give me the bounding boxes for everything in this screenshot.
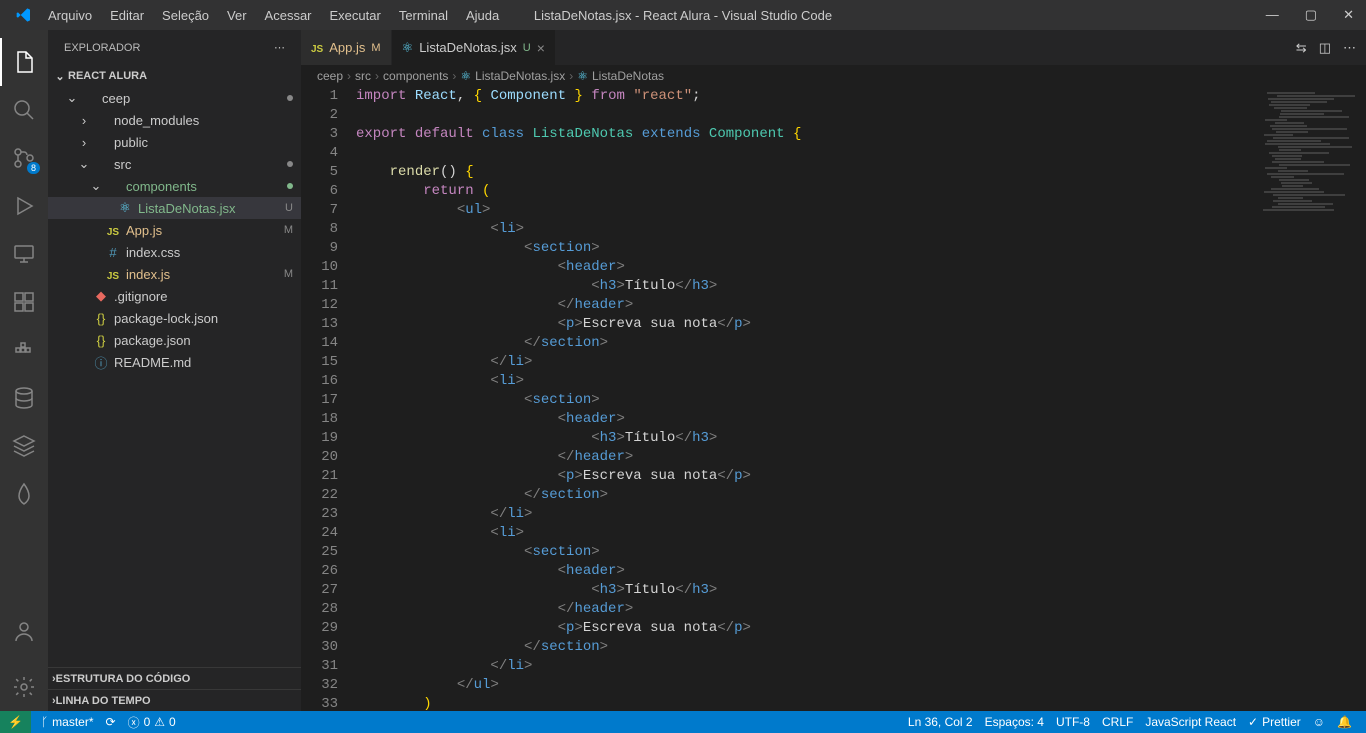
docker-icon[interactable] <box>0 326 48 374</box>
tab[interactable]: ⚛ListaDeNotas.jsxU× <box>392 30 556 65</box>
scm-badge: 8 <box>27 162 40 174</box>
editor-area: JSApp.jsM⚛ListaDeNotas.jsxU× ⇆ ◫ ⋯ ceep›… <box>301 30 1366 711</box>
tree-item[interactable]: ⌄components <box>48 175 301 197</box>
prettier[interactable]: ✓ Prettier <box>1242 715 1307 729</box>
tree-item[interactable]: JSApp.jsM <box>48 219 301 241</box>
more-icon[interactable]: ⋯ <box>1343 40 1356 56</box>
menu-terminal[interactable]: Terminal <box>391 4 456 27</box>
indentation[interactable]: Espaços: 4 <box>979 715 1050 729</box>
titlebar: ArquivoEditarSeleçãoVerAcessarExecutarTe… <box>0 0 1366 30</box>
breadcrumb-item[interactable]: components <box>383 69 448 83</box>
tab[interactable]: JSApp.jsM <box>301 30 392 65</box>
settings-gear-icon[interactable] <box>0 663 48 711</box>
eol[interactable]: CRLF <box>1096 715 1139 729</box>
window-title: ListaDeNotas.jsx - React Alura - Visual … <box>534 8 832 23</box>
encoding[interactable]: UTF-8 <box>1050 715 1096 729</box>
sidebar: Explorador ⋯ ⌄ REACT ALURA ⌄ceep›node_mo… <box>48 30 301 711</box>
menu-bar: ArquivoEditarSeleçãoVerAcessarExecutarTe… <box>40 4 507 27</box>
tree-item[interactable]: ›public <box>48 131 301 153</box>
mongodb-icon[interactable] <box>0 470 48 518</box>
minimize-button[interactable]: — <box>1262 7 1283 23</box>
menu-editar[interactable]: Editar <box>102 4 152 27</box>
compare-icon[interactable]: ⇆ <box>1296 40 1307 56</box>
tree-item[interactable]: ⓘREADME.md <box>48 351 301 373</box>
breadcrumbs[interactable]: ceep›src›components›⚛ListaDeNotas.jsx›⚛L… <box>301 65 1366 87</box>
layers-icon[interactable] <box>0 422 48 470</box>
menu-ajuda[interactable]: Ajuda <box>458 4 507 27</box>
tree-item[interactable]: #index.css <box>48 241 301 263</box>
project-name: REACT ALURA <box>68 70 147 82</box>
tab-actions: ⇆ ◫ ⋯ <box>1286 30 1366 65</box>
run-debug-icon[interactable] <box>0 182 48 230</box>
breadcrumb-item[interactable]: ListaDeNotas <box>592 69 664 83</box>
database-icon[interactable] <box>0 374 48 422</box>
problems[interactable]: ⓧ 0 ⚠ 0 <box>122 714 182 731</box>
cursor-position[interactable]: Ln 36, Col 2 <box>902 715 979 729</box>
minimap[interactable] <box>1262 91 1362 241</box>
breadcrumb-item[interactable]: ListaDeNotas.jsx <box>475 69 565 83</box>
menu-seleção[interactable]: Seleção <box>154 4 217 27</box>
breadcrumb-item[interactable]: ceep <box>317 69 343 83</box>
tree-item[interactable]: {}package-lock.json <box>48 307 301 329</box>
outline-header[interactable]: › Estrutura do Código <box>48 667 301 689</box>
tree-item[interactable]: JSindex.jsM <box>48 263 301 285</box>
timeline-header[interactable]: › Linha do Tempo <box>48 689 301 711</box>
git-branch[interactable]: ᚴ master* <box>35 715 100 729</box>
project-header[interactable]: ⌄ REACT ALURA <box>48 65 301 87</box>
tree-item[interactable]: ›node_modules <box>48 109 301 131</box>
explorer-icon[interactable] <box>0 38 48 86</box>
tree-item[interactable]: ⌄src <box>48 153 301 175</box>
tree-item[interactable]: ◆.gitignore <box>48 285 301 307</box>
close-tab-icon[interactable]: × <box>537 40 545 56</box>
chevron-down-icon: ⌄ <box>52 70 68 83</box>
tree-item[interactable]: ⌄ceep <box>48 87 301 109</box>
menu-acessar[interactable]: Acessar <box>257 4 320 27</box>
close-button[interactable]: ✕ <box>1339 7 1358 23</box>
remote-indicator[interactable]: ⚡ <box>0 711 31 733</box>
menu-arquivo[interactable]: Arquivo <box>40 4 100 27</box>
accounts-icon[interactable] <box>0 607 48 655</box>
remote-explorer-icon[interactable] <box>0 230 48 278</box>
activity-bar: 8 <box>0 30 48 711</box>
menu-executar[interactable]: Executar <box>322 4 389 27</box>
editor-tabs: JSApp.jsM⚛ListaDeNotas.jsxU× ⇆ ◫ ⋯ <box>301 30 1366 65</box>
breadcrumb-item[interactable]: src <box>355 69 371 83</box>
sync-button[interactable]: ⟳ <box>100 715 122 729</box>
feedback-icon[interactable]: ☺ <box>1307 715 1331 729</box>
language-mode[interactable]: JavaScript React <box>1139 715 1242 729</box>
file-tree: ⌄ceep›node_modules›public⌄src⌄components… <box>48 87 301 667</box>
vscode-logo-icon <box>16 7 32 23</box>
menu-ver[interactable]: Ver <box>219 4 255 27</box>
sidebar-more-icon[interactable]: ⋯ <box>274 41 285 54</box>
search-icon[interactable] <box>0 86 48 134</box>
split-icon[interactable]: ◫ <box>1319 40 1331 56</box>
editor-body[interactable]: 1234567891011121314151617181920212223242… <box>301 87 1366 711</box>
tree-item[interactable]: ⚛ListaDeNotas.jsxU <box>48 197 301 219</box>
gutter: 1234567891011121314151617181920212223242… <box>301 87 356 711</box>
statusbar: ⚡ ᚴ master* ⟳ ⓧ 0 ⚠ 0 Ln 36, Col 2 Espaç… <box>0 711 1366 733</box>
maximize-button[interactable]: ▢ <box>1301 7 1321 23</box>
source-control-icon[interactable]: 8 <box>0 134 48 182</box>
sidebar-header: Explorador ⋯ <box>48 30 301 65</box>
sidebar-title: Explorador <box>64 42 140 54</box>
notifications-icon[interactable]: 🔔 <box>1331 715 1358 729</box>
window-controls: — ▢ ✕ <box>1262 7 1358 23</box>
extensions-icon[interactable] <box>0 278 48 326</box>
code-content[interactable]: import React, { Component } from "react"… <box>356 87 1366 711</box>
tree-item[interactable]: {}package.json <box>48 329 301 351</box>
